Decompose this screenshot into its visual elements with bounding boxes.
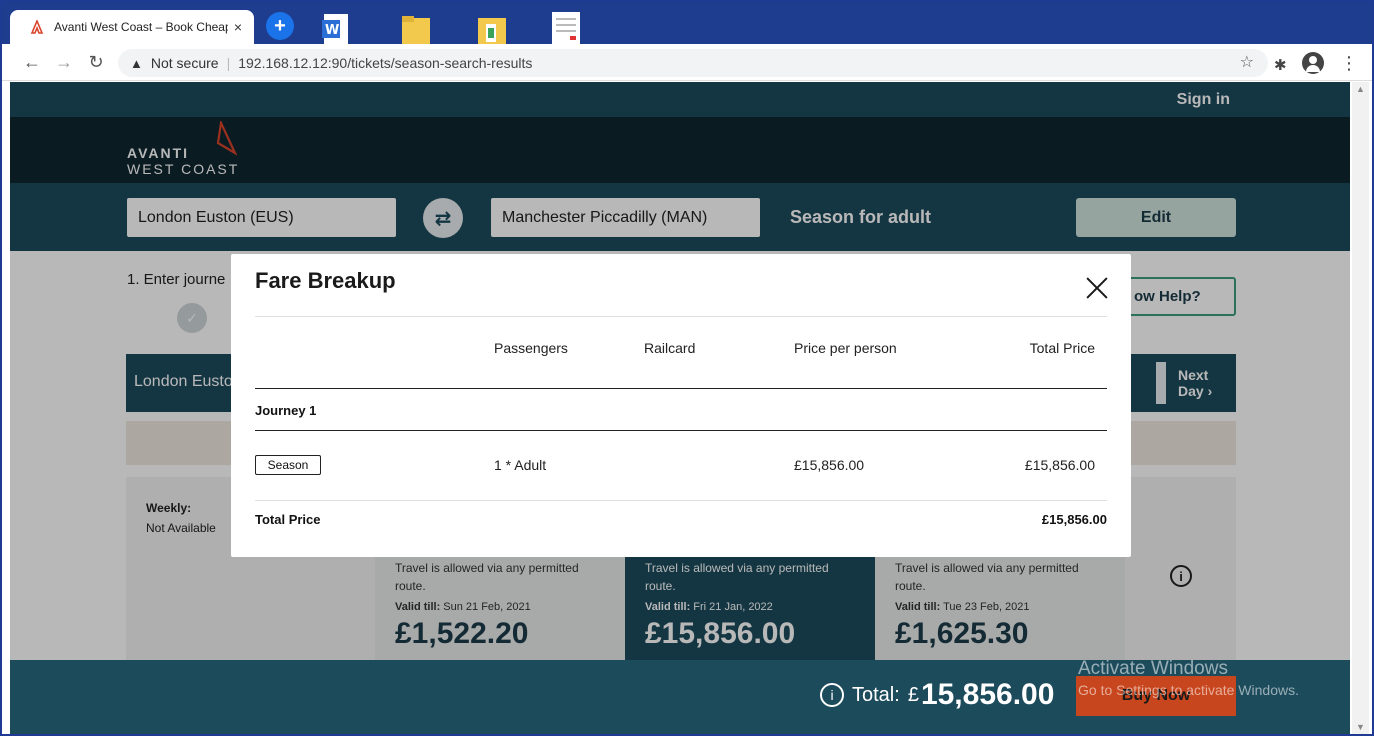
grand-total-value: £15,856.00 (1041, 512, 1107, 527)
browser-tab[interactable]: Avanti West Coast – Book Cheap × (10, 10, 254, 44)
ticket-type-badge: Season (255, 455, 321, 475)
screen: Avanti West Coast – Book Cheap × + W ← →… (0, 0, 1374, 736)
row-passengers: 1 * Adult (494, 457, 547, 473)
grand-total-label: Total Price (255, 512, 321, 527)
divider (255, 388, 1107, 389)
modal-title: Fare Breakup (255, 268, 396, 293)
total-currency: £ (907, 683, 919, 706)
header-railcard: Railcard (644, 340, 696, 356)
profile-avatar-icon[interactable] (1302, 52, 1324, 74)
forward-arrow-icon[interactable]: → (54, 52, 74, 72)
row-price-per-person: £15,856.00 (794, 457, 865, 473)
scroll-down-icon[interactable]: ▼ (1356, 722, 1365, 732)
url-text[interactable]: 192.168.12.12:90/tickets/season-search-r… (238, 55, 532, 71)
avanti-favicon-icon (30, 20, 44, 34)
total-info-icon[interactable]: i (820, 683, 844, 707)
total-summary: i Total: £ 15,856.00 (820, 678, 1054, 712)
tab-close-icon[interactable]: × (228, 19, 248, 35)
folder-files-icon[interactable] (476, 12, 508, 44)
row-total-price: £15,856.00 (1024, 457, 1095, 473)
page-scrollbar[interactable]: ▲ ▼ (1352, 82, 1369, 734)
divider (255, 430, 1107, 431)
header-price-per-person: Price per person (794, 340, 897, 356)
total-label: Total: (852, 683, 900, 706)
divider (255, 316, 1107, 317)
browser-tabstrip: Avanti West Coast – Book Cheap × + W (2, 2, 1372, 44)
journey-label: Journey 1 (255, 403, 317, 418)
close-icon[interactable] (1083, 274, 1111, 302)
activate-windows-title: Activate Windows (1078, 658, 1228, 679)
address-separator: | (226, 55, 231, 71)
tab-title: Avanti West Coast – Book Cheap (54, 20, 228, 34)
svg-text:W: W (325, 23, 339, 38)
not-secure-label: Not secure (150, 55, 219, 71)
browser-menu-icon[interactable]: ⋮ (1340, 53, 1358, 74)
bookmark-star-icon[interactable]: ☆ (1240, 52, 1254, 72)
scroll-up-icon[interactable]: ▲ (1356, 84, 1365, 94)
header-total-price: Total Price (1029, 340, 1095, 356)
divider (255, 500, 1107, 501)
activate-windows-subtitle: Go to Settings to activate Windows. (1078, 682, 1299, 698)
extensions-puzzle-icon[interactable]: ✱ (1274, 56, 1287, 74)
checkout-bar: i Total: £ 15,856.00 Buy Now Activate Wi… (10, 658, 1350, 734)
browser-toolbar: ← → ↻ ▲ Not secure | 192.168.12.12:90/ti… (2, 44, 1372, 81)
word-doc-icon[interactable]: W (320, 12, 352, 44)
reload-icon[interactable]: ↻ (86, 52, 106, 72)
fare-breakup-modal: Fare Breakup Passengers Railcard Price p… (231, 254, 1131, 557)
warning-triangle-icon: ▲ (130, 55, 143, 71)
new-tab-button[interactable]: + (266, 12, 294, 40)
spreadsheet-icon[interactable] (550, 12, 582, 44)
folder-icon[interactable] (400, 12, 432, 44)
total-amount: 15,856.00 (920, 678, 1055, 711)
header-passengers: Passengers (494, 340, 568, 356)
address-bar[interactable]: ▲ Not secure | 192.168.12.12:90/tickets/… (118, 49, 1268, 77)
back-arrow-icon[interactable]: ← (22, 52, 42, 72)
